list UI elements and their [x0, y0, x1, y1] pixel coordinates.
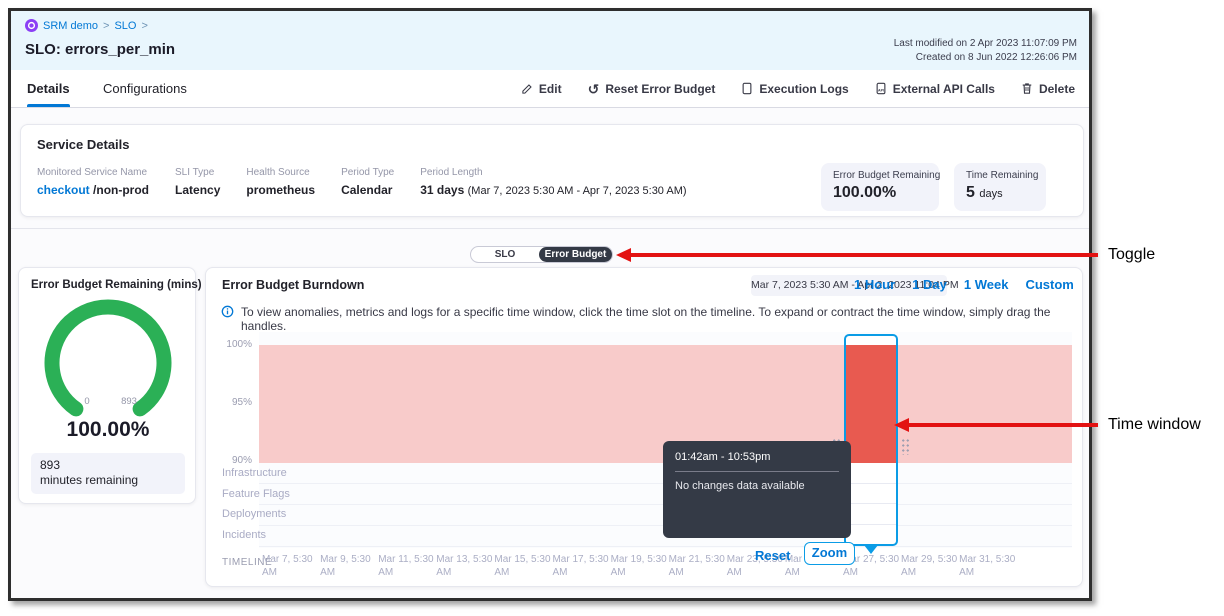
- time-window-arrow-line: [908, 423, 1098, 427]
- toggle-arrowhead-icon: [616, 248, 631, 262]
- slo-error-budget-toggle[interactable]: SLO Error Budget: [470, 246, 613, 263]
- tooltip-time-range: 01:42am - 10:53pm: [675, 451, 839, 463]
- monitored-service-link[interactable]: checkout: [37, 183, 90, 197]
- srm-logo-icon: [25, 19, 38, 32]
- y-axis-labels: 100% 95% 90%: [206, 339, 252, 466]
- screenshot-canvas: SRM demo > SLO > SLO: errors_per_min Las…: [0, 0, 1224, 616]
- service-details-fields: Monitored Service Name checkout /non-pro…: [37, 167, 687, 197]
- time-window-arrowhead-icon: [894, 418, 909, 432]
- timeline-tick[interactable]: Mar 15, 5:30 AM: [494, 554, 552, 579]
- time-range-button[interactable]: 1 Day: [912, 277, 947, 292]
- info-icon: [221, 305, 234, 318]
- toggle-option-error-budget[interactable]: Error Budget: [539, 247, 612, 262]
- changes-tooltip: 01:42am - 10:53pm No changes data availa…: [663, 441, 851, 538]
- breadcrumb-slo-link[interactable]: SLO: [114, 20, 136, 32]
- tooltip-message: No changes data available: [675, 480, 839, 492]
- service-details-title: Service Details: [37, 137, 130, 152]
- created-text: Created on 8 Jun 2022 12:26:06 PM: [894, 51, 1077, 65]
- api-document-icon: API: [875, 82, 887, 95]
- change-row-labels: InfrastructureFeature FlagsDeploymentsIn…: [222, 467, 290, 549]
- time-remaining-card: Time Remaining 5 days: [954, 163, 1046, 211]
- breadcrumb: SRM demo > SLO >: [25, 19, 148, 32]
- page-title: SLO: errors_per_min: [25, 41, 175, 58]
- reset-button[interactable]: Reset: [755, 548, 790, 563]
- field-monitored-service: Monitored Service Name checkout /non-pro…: [37, 167, 149, 197]
- timeline-tick[interactable]: Mar 7, 5:30 AM: [262, 554, 320, 579]
- timeline-tick[interactable]: Mar 31, 5:30 AM: [959, 554, 1017, 579]
- field-period-type: Period Type Calendar: [341, 167, 394, 197]
- info-text: To view anomalies, metrics and logs for …: [241, 305, 1067, 333]
- reset-error-budget-button[interactable]: ↺ Reset Error Budget: [588, 82, 716, 96]
- timeline-tick[interactable]: Mar 17, 5:30 AM: [552, 554, 610, 579]
- service-details-card: Service Details Monitored Service Name c…: [20, 124, 1084, 217]
- selected-window-row-lines: [846, 463, 896, 545]
- y-axis-tick: 100%: [206, 339, 252, 350]
- time-window-annotation-label: Time window: [1108, 416, 1201, 434]
- timeline-tick[interactable]: Mar 19, 5:30 AM: [611, 554, 669, 579]
- section-divider: [11, 228, 1089, 229]
- y-axis-tick: 95%: [206, 397, 252, 408]
- change-row-label: Incidents: [222, 529, 290, 550]
- reset-icon: ↺: [588, 83, 600, 95]
- document-icon: [741, 82, 753, 95]
- time-range-buttons: 1 Hour 1 Day 1 Week Custom: [854, 277, 1074, 292]
- breadcrumb-separator: >: [141, 20, 147, 32]
- edit-button[interactable]: Edit: [521, 82, 562, 96]
- timeline-tick[interactable]: Mar 13, 5:30 AM: [436, 554, 494, 579]
- timeline-tick[interactable]: Mar 21, 5:30 AM: [669, 554, 727, 579]
- page-content: Service Details Monitored Service Name c…: [11, 108, 1089, 598]
- burndown-title: Error Budget Burndown: [222, 278, 364, 292]
- selection-pointer: [864, 545, 878, 554]
- y-axis-tick: 90%: [206, 455, 252, 466]
- page-header: SRM demo > SLO > SLO: errors_per_min Las…: [11, 11, 1089, 70]
- info-row: To view anomalies, metrics and logs for …: [221, 305, 1067, 333]
- toggle-arrow-line: [630, 253, 1098, 257]
- timeline-tick[interactable]: Mar 11, 5:30 AM: [378, 554, 436, 579]
- gauge-max-label: 893: [121, 396, 137, 407]
- breadcrumb-project-link[interactable]: SRM demo: [43, 20, 98, 32]
- timeline-ticks: Mar 7, 5:30 AMMar 9, 5:30 AMMar 11, 5:30…: [262, 554, 1032, 579]
- external-api-calls-button[interactable]: API External API Calls: [875, 82, 995, 96]
- change-row-label: Deployments: [222, 508, 290, 529]
- toggle-annotation-label: Toggle: [1108, 246, 1155, 264]
- toolbar-actions: Edit ↺ Reset Error Budget Execution Logs…: [521, 70, 1075, 107]
- time-window-selection[interactable]: [844, 334, 898, 546]
- minutes-remaining-box: 893 minutes remaining: [31, 453, 185, 494]
- gauge-arc: 0 893: [27, 296, 189, 420]
- gauge-percent: 100.00%: [19, 418, 197, 442]
- timeline-tick[interactable]: Mar 29, 5:30 AM: [901, 554, 959, 579]
- gauge-min-label: 0: [84, 396, 89, 407]
- tabs-toolbar-row: Details Configurations Edit ↺ Reset Erro…: [11, 70, 1089, 108]
- zoom-button[interactable]: Zoom: [804, 542, 855, 565]
- svg-text:API: API: [878, 89, 884, 93]
- error-budget-burndown-card: Error Budget Burndown Mar 7, 2023 5:30 A…: [205, 267, 1083, 587]
- error-budget-gauge-card: Error Budget Remaining (mins) 0 893 100.…: [18, 267, 196, 504]
- tab-configurations[interactable]: Configurations: [103, 70, 187, 107]
- last-modified-text: Last modified on 2 Apr 2023 11:07:09 PM: [894, 37, 1077, 51]
- selected-window-fill: [846, 345, 896, 463]
- field-period-length: Period Length 31 days (Mar 7, 2023 5:30 …: [420, 167, 686, 197]
- right-drag-handle[interactable]: [901, 438, 910, 455]
- timeline-tick[interactable]: Mar 9, 5:30 AM: [320, 554, 378, 579]
- field-sli-type: SLI Type Latency: [175, 167, 220, 197]
- time-range-button[interactable]: 1 Hour: [854, 277, 895, 292]
- change-row-label: Feature Flags: [222, 488, 290, 509]
- execution-logs-button[interactable]: Execution Logs: [741, 82, 848, 96]
- tooltip-divider: [675, 471, 839, 472]
- time-range-button[interactable]: 1 Week: [964, 277, 1009, 292]
- pencil-icon: [521, 83, 533, 95]
- error-budget-remaining-card: Error Budget Remaining 100.00%: [821, 163, 939, 211]
- delete-button[interactable]: Delete: [1021, 82, 1075, 96]
- time-range-button[interactable]: Custom: [1025, 277, 1073, 292]
- gauge-title: Error Budget Remaining (mins): [31, 279, 202, 291]
- breadcrumb-separator: >: [103, 20, 109, 32]
- toggle-option-slo[interactable]: SLO: [471, 247, 539, 262]
- change-row-label: Infrastructure: [222, 467, 290, 488]
- tab-details[interactable]: Details: [27, 70, 70, 107]
- timestamps: Last modified on 2 Apr 2023 11:07:09 PM …: [894, 37, 1077, 65]
- field-health-source: Health Source prometheus: [246, 167, 315, 197]
- app-window: SRM demo > SLO > SLO: errors_per_min Las…: [8, 8, 1092, 601]
- trash-icon: [1021, 82, 1033, 95]
